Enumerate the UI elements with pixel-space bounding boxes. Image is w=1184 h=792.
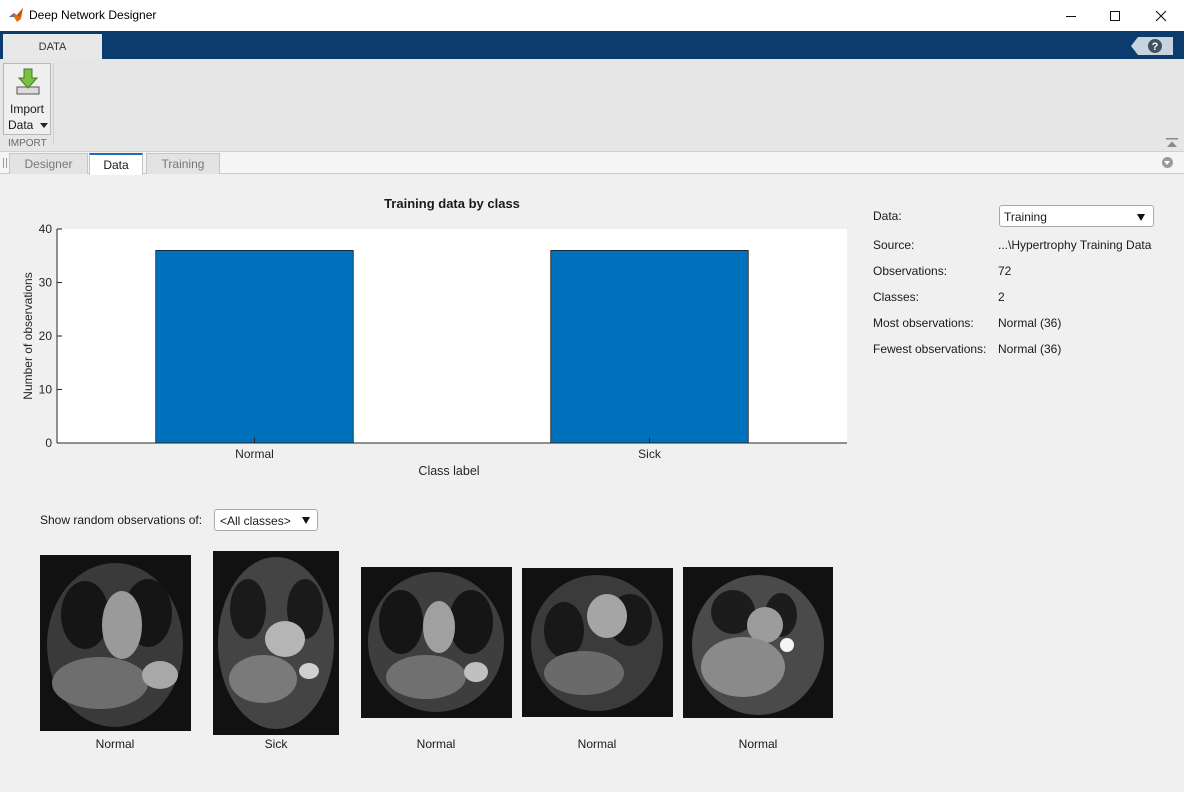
document-tab-bar: Designer Data Training [0, 152, 1184, 175]
data-dropdown[interactable]: Training [999, 205, 1154, 227]
chevron-down-icon [1137, 214, 1145, 221]
most-observations-key: Most observations: [873, 316, 974, 330]
observation-image-2 [213, 551, 339, 735]
y-tick-label: 0 [45, 436, 52, 450]
close-icon [1155, 10, 1167, 21]
x-tick-label: Normal [235, 447, 274, 461]
chevron-down-icon [302, 517, 310, 524]
classes-value: 2 [998, 290, 1005, 304]
classes-key: Classes: [873, 290, 920, 304]
minimize-button[interactable] [1048, 0, 1094, 31]
observation-label-3: Normal [416, 737, 456, 751]
import-arrow-icon [16, 68, 40, 95]
data-view-panel: Training data by class Normal Sick 0 10 20 30… [0, 175, 1184, 792]
import-label: Import [9, 102, 44, 116]
mri-scan-image [47, 563, 183, 727]
observation-image-5 [683, 567, 833, 718]
chevron-down-icon [40, 123, 48, 128]
ribbon-toolstrip: Import Data IMPORT [0, 59, 1184, 152]
observations-value: 72 [998, 264, 1012, 278]
svg-text:?: ? [1152, 41, 1159, 53]
class-filter-value: <All classes> [220, 514, 291, 528]
tab-training[interactable]: Training [146, 153, 220, 174]
show-observations-label: Show random observations of: [40, 513, 203, 527]
source-key: Source: [873, 238, 915, 252]
mri-scan-image [531, 575, 663, 711]
class-distribution-chart: Normal Sick 0 10 20 30 40 Number of observatio… [21, 222, 847, 478]
mri-scan-image [218, 557, 334, 729]
y-tick-label: 40 [39, 222, 53, 236]
observation-image-4 [522, 568, 673, 717]
source-value: ...\Hypertrophy Training Data [998, 238, 1152, 252]
ribbon-tab-strip: DATA ? [0, 31, 1184, 59]
mri-scan-image [692, 575, 824, 715]
import-section-label: IMPORT [8, 138, 47, 149]
y-tick-label: 30 [39, 276, 53, 290]
tab-designer[interactable]: Designer [9, 153, 88, 174]
x-axis-label: Class label [418, 464, 479, 478]
observation-label-1: Normal [95, 737, 135, 751]
bar-normal [155, 250, 354, 444]
tab-menu-icon[interactable] [1162, 157, 1173, 168]
y-tick-label: 20 [39, 329, 53, 343]
data-dropdown-value: Training [1004, 210, 1047, 224]
most-observations-value: Normal (36) [998, 316, 1062, 330]
observation-label-2: Sick [264, 737, 288, 751]
maximize-icon [1110, 10, 1120, 21]
observation-label-4: Normal [577, 737, 617, 751]
close-button[interactable] [1138, 0, 1184, 31]
class-filter-dropdown[interactable]: <All classes> [214, 509, 318, 531]
grip-icon[interactable] [3, 158, 7, 168]
collapse-ribbon-icon[interactable] [1166, 138, 1178, 148]
import-data-button[interactable]: Import Data [3, 63, 51, 135]
title-bar: Deep Network Designer [0, 0, 1184, 31]
mri-scan-image [368, 572, 504, 712]
y-tick-label: 10 [39, 383, 53, 397]
help-button[interactable]: ? [1130, 36, 1174, 56]
data-label: Data [8, 118, 34, 132]
observation-image-1 [40, 555, 191, 731]
minimize-icon [1066, 15, 1076, 17]
maximize-button[interactable] [1092, 0, 1138, 31]
data-select-label: Data: [873, 209, 902, 223]
section-divider [53, 63, 54, 145]
tab-data[interactable]: DATA [3, 34, 102, 59]
tab-data-view[interactable]: Data [89, 153, 143, 175]
observations-key: Observations: [873, 264, 948, 278]
observation-image-3 [361, 567, 512, 718]
fewest-observations-key: Fewest observations: [873, 342, 987, 356]
fewest-observations-value: Normal (36) [998, 342, 1062, 356]
x-tick-label: Sick [638, 447, 662, 461]
y-axis-label: Number of observations [21, 272, 35, 399]
bar-sick [550, 250, 749, 444]
window-title: Deep Network Designer [29, 8, 157, 22]
matlab-logo-icon [9, 8, 23, 22]
observation-label-5: Normal [738, 737, 778, 751]
